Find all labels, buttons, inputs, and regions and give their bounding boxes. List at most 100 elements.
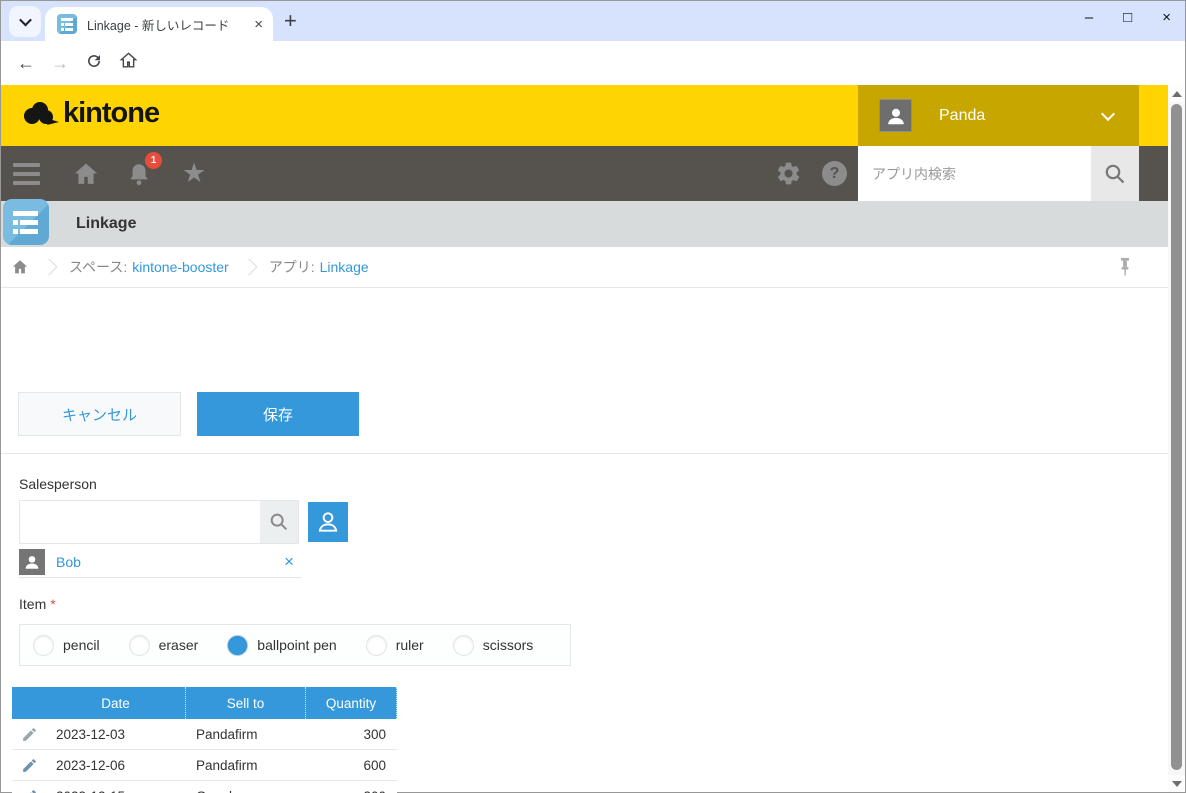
edit-row-button[interactable]: [12, 750, 46, 780]
window-controls: – □ ×: [1085, 9, 1171, 26]
scroll-down-button[interactable]: [1168, 775, 1185, 792]
question-mark-icon: ?: [830, 165, 840, 183]
pin-icon[interactable]: [1118, 256, 1132, 281]
minimize-button[interactable]: –: [1085, 9, 1093, 26]
salesperson-search-input[interactable]: [20, 501, 260, 543]
breadcrumb-separator-icon: [240, 259, 257, 276]
table-row: 2023-12-15 Google 200: [12, 781, 397, 793]
kintone-logo[interactable]: kintone: [19, 97, 159, 130]
chevron-down-icon: [19, 14, 32, 27]
radio-icon: [453, 635, 474, 656]
scroll-up-button[interactable]: [1168, 85, 1185, 102]
edit-column-header: [12, 687, 46, 719]
user-menu[interactable]: Panda: [858, 85, 1139, 146]
radio-selected-icon: [227, 635, 248, 656]
user-avatar: [19, 549, 45, 575]
home-nav-button[interactable]: [72, 160, 100, 188]
radio-label: scissors: [483, 637, 534, 653]
breadcrumb-home-button[interactable]: [11, 258, 29, 276]
breadcrumb-app-link[interactable]: Linkage: [320, 259, 369, 275]
pencil-icon: [21, 757, 38, 774]
form-divider: [1, 453, 1168, 454]
radio-icon: [366, 635, 387, 656]
home-button[interactable]: [111, 51, 145, 75]
help-button[interactable]: ?: [822, 161, 847, 186]
cancel-button[interactable]: キャンセル: [18, 392, 181, 436]
scrollbar-thumb[interactable]: [1171, 104, 1182, 770]
cell-date: 2023-12-15: [46, 781, 186, 793]
window-close-button[interactable]: ×: [1162, 9, 1171, 26]
maximize-button[interactable]: □: [1123, 9, 1132, 26]
person-icon: [315, 509, 341, 535]
app-title-bar: Linkage: [1, 201, 1168, 247]
radio-option-pencil[interactable]: pencil: [33, 635, 100, 656]
user-name: Panda: [939, 107, 1103, 125]
cell-date: 2023-12-03: [46, 719, 186, 749]
tab-list-button[interactable]: [9, 6, 41, 37]
table-header-row: Date Sell to Quantity: [12, 687, 397, 719]
cell-quantity: 600: [306, 750, 397, 780]
remove-user-icon[interactable]: ×: [284, 552, 294, 572]
gear-icon: [775, 160, 802, 187]
app-search-input[interactable]: [858, 146, 1091, 201]
tab-title: Linkage - 新しいレコード: [87, 15, 248, 34]
kintone-cloud-icon: [19, 99, 59, 129]
triangle-up-icon: [1172, 91, 1182, 97]
home-icon: [11, 258, 29, 276]
radio-option-eraser[interactable]: eraser: [129, 635, 199, 656]
cell-date: 2023-12-06: [46, 750, 186, 780]
breadcrumb-separator-icon: [41, 259, 58, 276]
edit-row-button[interactable]: [12, 781, 46, 793]
back-button[interactable]: ←: [9, 53, 43, 74]
item-label: Item*: [19, 596, 56, 612]
selected-user-row: Bob ×: [19, 547, 302, 578]
radio-icon: [129, 635, 150, 656]
browser-tab[interactable]: Linkage - 新しいレコード ×: [45, 7, 273, 41]
radio-label: ruler: [396, 637, 424, 653]
record-edit-form: キャンセル 保存 Salesperson Bob × Ite: [1, 288, 1168, 792]
cell-sellto: Pandafirm: [186, 719, 306, 749]
radio-option-ballpoint-pen[interactable]: ballpoint pen: [227, 635, 336, 656]
app-search-button[interactable]: [1091, 146, 1139, 201]
app-icon[interactable]: [3, 199, 49, 245]
cell-quantity: 200: [306, 781, 397, 793]
edit-row-button[interactable]: [12, 719, 46, 749]
radio-option-ruler[interactable]: ruler: [366, 635, 424, 656]
cell-sellto: Google: [186, 781, 306, 793]
search-icon: [268, 511, 290, 533]
table-row: 2023-12-06 Pandafirm 600: [12, 750, 397, 781]
save-button[interactable]: 保存: [197, 392, 359, 436]
favorites-star-icon[interactable]: ★: [182, 160, 206, 187]
page-area: kintone Panda 1 ★ ?: [1, 85, 1185, 792]
item-radio-group: pencil eraser ballpoint pen ruler scisso…: [19, 624, 571, 666]
reload-icon: [85, 52, 103, 70]
related-records-table: Date Sell to Quantity 2023-12-03 Pandafi…: [12, 687, 397, 793]
reload-button[interactable]: [77, 52, 111, 75]
table-row: 2023-12-03 Pandafirm 300: [12, 719, 397, 750]
breadcrumb-space-label: スペース:: [69, 257, 127, 277]
notifications-button[interactable]: 1: [126, 160, 152, 188]
hamburger-menu-icon[interactable]: [13, 163, 40, 185]
kintone-header: kintone Panda: [1, 85, 1168, 146]
notification-badge: 1: [145, 152, 162, 169]
cell-sellto: Pandafirm: [186, 750, 306, 780]
radio-option-scissors[interactable]: scissors: [453, 635, 534, 656]
selected-user-name[interactable]: Bob: [56, 554, 284, 570]
required-mark: *: [50, 596, 55, 612]
tab-close-icon[interactable]: ×: [254, 16, 263, 33]
tab-strip: Linkage - 新しいレコード × + – □ ×: [1, 1, 1185, 41]
salesperson-label: Salesperson: [19, 476, 97, 492]
home-icon: [72, 160, 100, 188]
radio-label: ballpoint pen: [257, 637, 336, 653]
kintone-favicon-icon: [57, 14, 77, 34]
column-header-quantity: Quantity: [306, 687, 397, 719]
salesperson-search-button[interactable]: [260, 501, 298, 543]
user-picker-button[interactable]: [308, 502, 348, 542]
forward-button[interactable]: →: [43, 53, 77, 74]
settings-button[interactable]: [775, 160, 802, 187]
new-tab-button[interactable]: +: [284, 7, 297, 35]
breadcrumb: スペース: kintone-booster アプリ: Linkage: [1, 247, 1168, 288]
page-scrollbar[interactable]: [1168, 85, 1185, 792]
radio-label: pencil: [63, 637, 100, 653]
breadcrumb-space-link[interactable]: kintone-booster: [132, 259, 229, 275]
